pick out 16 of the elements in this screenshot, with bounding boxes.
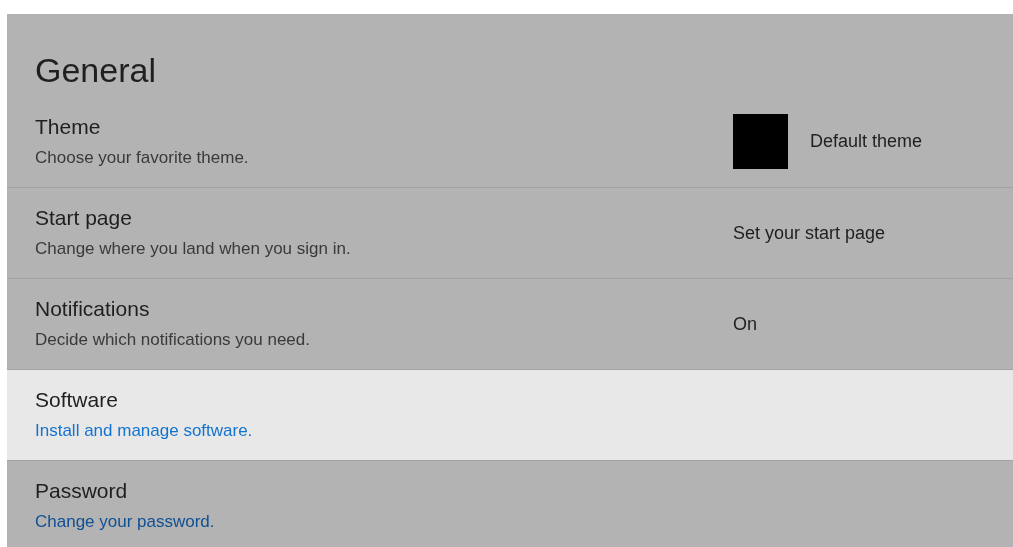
row-title: Notifications [35,296,151,322]
row-title: Start page [35,205,133,231]
row-description: Decide which notifications you need. [35,329,311,351]
theme-swatch[interactable] [733,114,788,169]
row-value: Set your start page [733,221,886,245]
row-description: Change where you land when you sign in. [35,238,352,260]
settings-row[interactable]: Software Install and manage software. [7,369,1013,460]
row-title: Theme [35,113,102,140]
row-title: Password [35,478,129,504]
row-description: Choose your favorite theme. [35,146,250,169]
section-heading: General [34,50,157,91]
row-link[interactable]: Install and manage software. [35,418,253,444]
row-value: Default theme [810,130,923,153]
row-value: On [733,312,757,336]
row-title: Software [35,387,119,413]
row-link[interactable]: Change your password. [35,509,215,535]
